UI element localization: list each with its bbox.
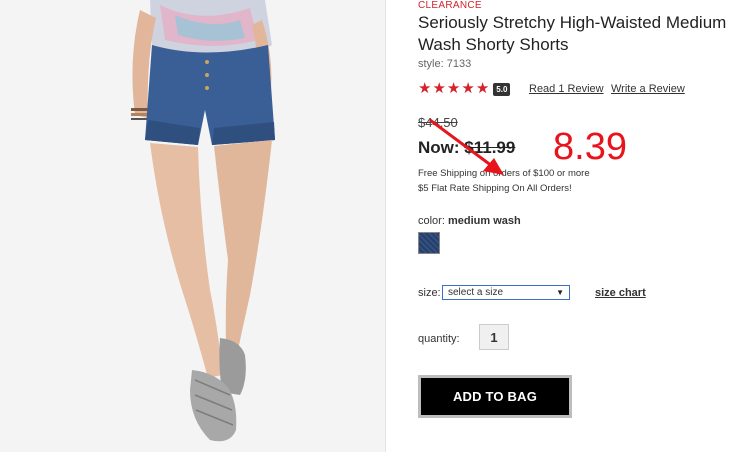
add-to-bag-button[interactable]: ADD TO BAG <box>418 375 572 418</box>
star-icon: ★ <box>475 80 490 97</box>
star-icon: ★ <box>432 80 446 97</box>
rating-stars: ★ ★ ★ ★ ★ 5.0 <box>418 80 511 98</box>
color-label: color: medium wash <box>418 215 521 227</box>
sale-price: Now: $11.99 <box>418 138 515 158</box>
quantity-input[interactable]: 1 <box>479 324 509 350</box>
clearance-badge: CLEARANCE <box>418 0 482 11</box>
star-icon: ★ <box>461 80 475 97</box>
product-title: Seriously Stretchy High-Waisted Medium W… <box>418 13 727 54</box>
rating-value-badge: 5.0 <box>493 82 511 96</box>
flat-rate-shipping-text: $5 Flat Rate Shipping On All Orders! <box>418 183 572 194</box>
product-image <box>0 0 386 452</box>
color-value: medium wash <box>447 215 521 227</box>
now-label: Now: <box>418 138 460 157</box>
size-label: size: <box>418 287 441 299</box>
annotation-price: 8.39 <box>553 126 627 168</box>
now-price-value: $11.99 <box>464 138 516 157</box>
star-icon: ★ <box>446 80 461 97</box>
size-select[interactable]: select a size ▼ <box>442 285 570 300</box>
read-reviews-link[interactable]: Read 1 Review <box>529 83 604 95</box>
original-price: $44.50 <box>418 115 458 130</box>
color-swatch-medium-wash[interactable] <box>418 232 440 254</box>
write-review-link[interactable]: Write a Review <box>611 83 685 95</box>
star-icon: ★ <box>418 80 432 97</box>
size-select-value: select a size <box>448 287 504 298</box>
chevron-down-icon: ▼ <box>556 288 564 297</box>
quantity-label: quantity: <box>418 333 460 345</box>
product-style-number: style: 7133 <box>418 58 472 70</box>
product-info-panel: CLEARANCE Seriously Stretchy High-Waiste… <box>418 0 754 452</box>
free-shipping-text: Free Shipping on orders of $100 or more <box>418 168 590 179</box>
size-chart-link[interactable]: size chart <box>595 287 646 299</box>
